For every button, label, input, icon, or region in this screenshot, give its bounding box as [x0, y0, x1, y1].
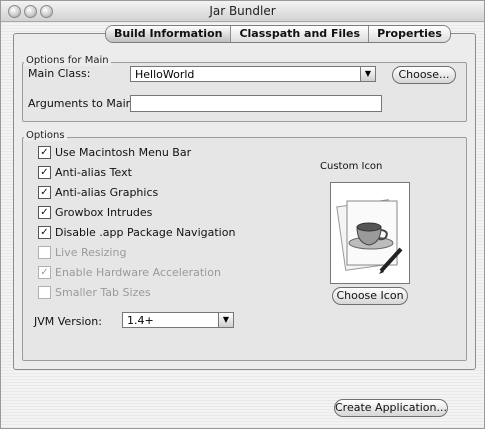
checkbox-label: Growbox Intrudes — [55, 205, 153, 219]
main-class-value: HelloWorld — [135, 68, 195, 81]
jvm-version-value: 1.4+ — [127, 314, 154, 327]
checkbox-label: Anti-alias Text — [55, 165, 132, 179]
checkbox-growbox-intrudes[interactable]: ✓ Growbox Intrudes — [38, 205, 152, 219]
checkbox-label: Live Resizing — [55, 245, 127, 259]
choose-icon-button[interactable]: Choose Icon — [332, 287, 408, 305]
arguments-to-main-field[interactable] — [130, 95, 382, 112]
main-class-label: Main Class: — [28, 67, 91, 80]
options-label: Options — [24, 130, 67, 141]
combo-arrow-icon[interactable]: ▼ — [360, 67, 375, 81]
checkbox-disable-app-package-navigation[interactable]: ✓ Disable .app Package Navigation — [38, 225, 235, 239]
popup-arrow-icon[interactable]: ▼ — [218, 313, 233, 327]
tab-bar: Build Information Classpath and Files Pr… — [105, 25, 451, 43]
checkbox-box[interactable]: ✓ — [38, 205, 51, 219]
checkbox-label: Enable Hardware Acceleration — [55, 265, 221, 279]
arguments-to-main-label: Arguments to Main: — [28, 97, 137, 110]
custom-icon-well[interactable] — [330, 182, 410, 284]
tab-properties[interactable]: Properties — [369, 26, 450, 42]
window-title: Jar Bundler — [209, 4, 276, 18]
checkbox-box[interactable]: ✓ — [38, 165, 51, 179]
main-class-combo[interactable]: HelloWorld ▼ — [130, 66, 376, 82]
checkbox-box — [38, 245, 51, 259]
build-information-panel: Options for Main Main Class: HelloWorld … — [13, 33, 476, 370]
java-coffee-cup-icon — [336, 199, 403, 274]
jvm-version-popup[interactable]: 1.4+ ▼ — [122, 312, 234, 328]
checkbox-box — [38, 285, 51, 299]
jvm-version-label: JVM Version: — [34, 315, 102, 328]
checkbox-enable-hardware-acceleration: ✓ Enable Hardware Acceleration — [38, 265, 221, 279]
checkbox-label: Smaller Tab Sizes — [55, 285, 151, 299]
checkbox-box[interactable]: ✓ — [38, 145, 51, 159]
options-for-main-label: Options for Main — [24, 55, 111, 66]
checkbox-label: Use Macintosh Menu Bar — [55, 145, 192, 159]
tab-classpath-and-files[interactable]: Classpath and Files — [231, 26, 370, 42]
custom-icon-label: Custom Icon — [320, 161, 383, 172]
checkbox-label: Disable .app Package Navigation — [55, 225, 236, 239]
jar-bundler-window: Jar Bundler Build Information Classpath … — [0, 0, 485, 429]
checkbox-box[interactable]: ✓ — [38, 225, 51, 239]
title-bar: Jar Bundler — [1, 1, 484, 22]
checkbox-box[interactable]: ✓ — [38, 185, 51, 199]
checkbox-smaller-tab-sizes: Smaller Tab Sizes — [38, 285, 151, 299]
create-application-button[interactable]: Create Application... — [334, 399, 448, 417]
checkbox-live-resizing: Live Resizing — [38, 245, 126, 259]
checkbox-anti-alias-text[interactable]: ✓ Anti-alias Text — [38, 165, 132, 179]
checkbox-label: Anti-alias Graphics — [55, 185, 159, 199]
checkbox-use-macintosh-menu-bar[interactable]: ✓ Use Macintosh Menu Bar — [38, 145, 191, 159]
checkbox-box: ✓ — [38, 265, 51, 279]
tab-build-information[interactable]: Build Information — [106, 26, 232, 42]
checkbox-anti-alias-graphics[interactable]: ✓ Anti-alias Graphics — [38, 185, 158, 199]
choose-main-class-button[interactable]: Choose... — [392, 66, 456, 84]
